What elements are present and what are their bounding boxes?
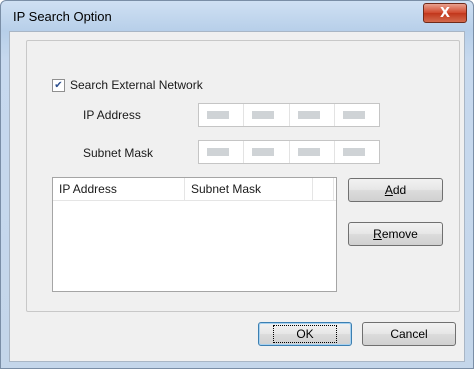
address-list-view[interactable]: IP Address Subnet Mask bbox=[52, 177, 337, 292]
checkmark-icon: ✔ bbox=[54, 79, 63, 91]
mask-octet-3[interactable] bbox=[290, 141, 335, 163]
mask-octet-4[interactable] bbox=[335, 141, 379, 163]
ip-octet-3[interactable] bbox=[290, 104, 335, 126]
column-header-extra[interactable] bbox=[313, 178, 334, 200]
masked-value bbox=[342, 148, 365, 156]
remove-button-label: Remove bbox=[373, 227, 418, 241]
title-bar: IP Search Option X bbox=[1, 1, 473, 31]
masked-value bbox=[252, 148, 275, 156]
ok-button-label: OK bbox=[273, 325, 337, 343]
ip-address-field[interactable] bbox=[198, 103, 380, 127]
column-header-ip-address[interactable]: IP Address bbox=[53, 178, 185, 200]
ip-address-label: IP Address bbox=[83, 108, 141, 122]
masked-value bbox=[297, 111, 320, 119]
add-button-label: Add bbox=[384, 183, 407, 197]
remove-button[interactable]: Remove bbox=[348, 222, 443, 246]
ok-button[interactable]: OK bbox=[258, 322, 352, 346]
subnet-mask-label: Subnet Mask bbox=[83, 146, 154, 160]
list-header: IP Address Subnet Mask bbox=[53, 178, 336, 201]
cancel-button-label: Cancel bbox=[390, 327, 428, 341]
window-title: IP Search Option bbox=[13, 9, 112, 24]
add-button[interactable]: Add bbox=[348, 178, 443, 202]
close-icon: X bbox=[439, 5, 451, 21]
ip-octet-1[interactable] bbox=[199, 104, 245, 126]
column-header-subnet-mask[interactable]: Subnet Mask bbox=[185, 178, 313, 200]
search-external-network-checkbox[interactable]: ✔ bbox=[52, 78, 65, 92]
close-button[interactable]: X bbox=[423, 3, 467, 23]
search-external-network-row[interactable]: ✔ Search External Network bbox=[52, 78, 203, 92]
masked-value bbox=[207, 111, 229, 119]
cancel-button[interactable]: Cancel bbox=[362, 322, 456, 346]
search-external-network-label: Search External Network bbox=[70, 78, 203, 92]
ip-octet-2[interactable] bbox=[244, 104, 290, 126]
mask-octet-1[interactable] bbox=[199, 141, 245, 163]
masked-value bbox=[252, 111, 275, 119]
masked-value bbox=[297, 148, 320, 156]
subnet-mask-field[interactable] bbox=[198, 140, 380, 164]
mask-octet-2[interactable] bbox=[244, 141, 290, 163]
ip-octet-4[interactable] bbox=[335, 104, 379, 126]
masked-value bbox=[207, 148, 229, 156]
masked-value bbox=[342, 111, 365, 119]
